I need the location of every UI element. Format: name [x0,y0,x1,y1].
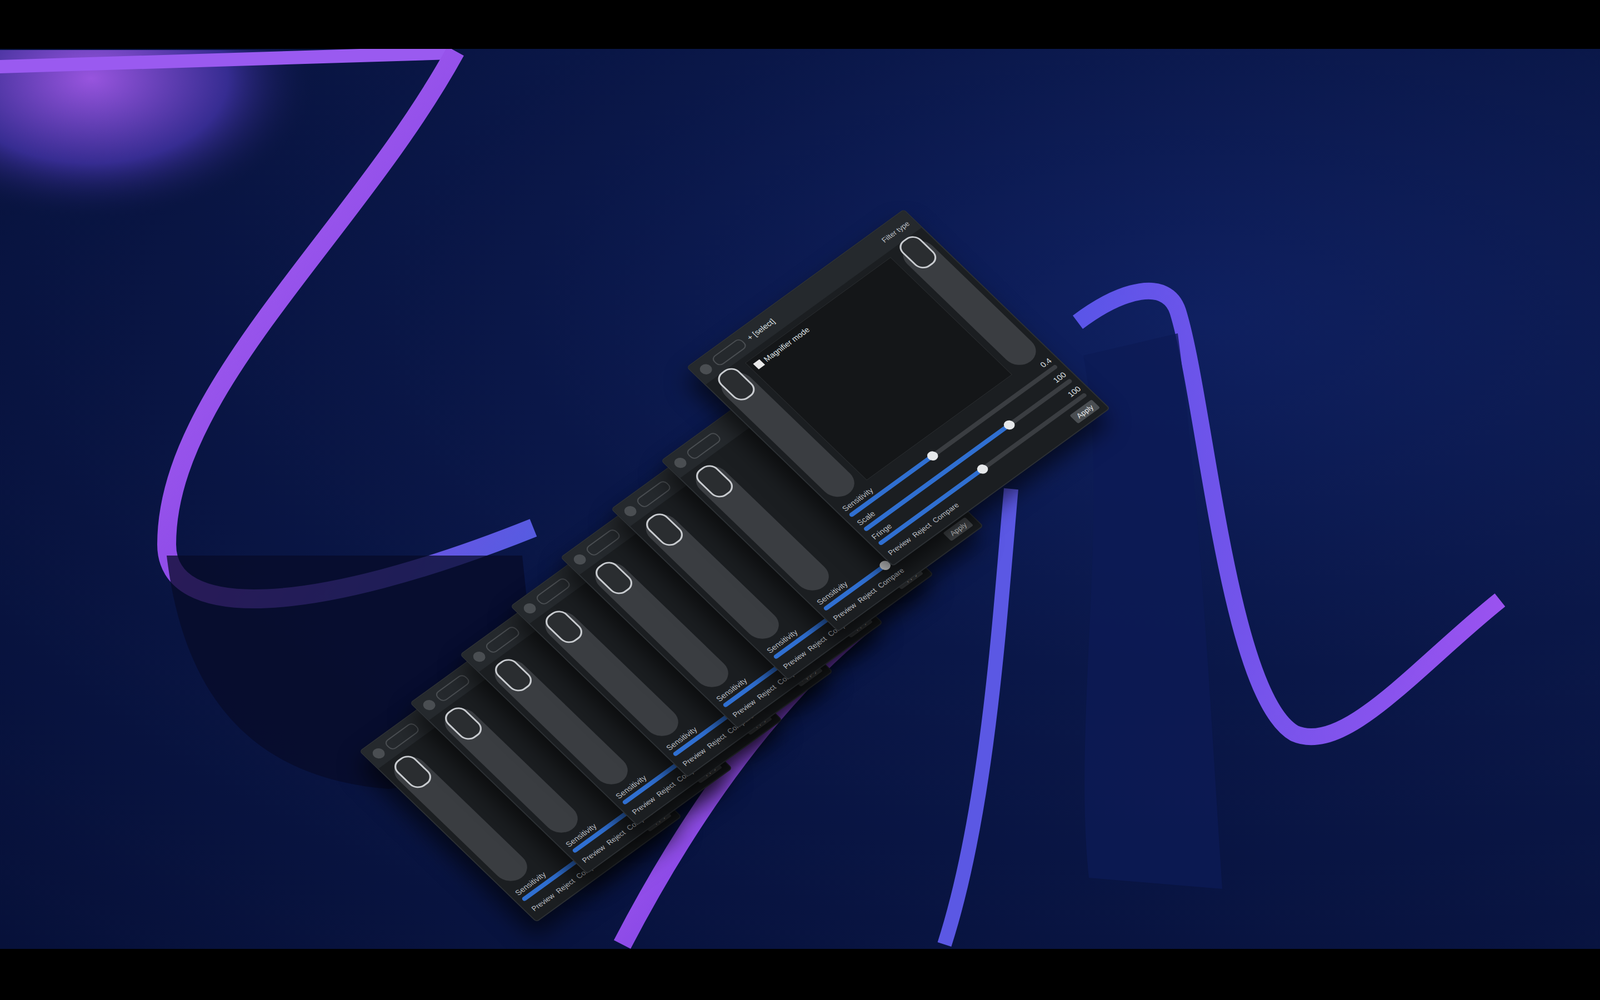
footer-button[interactable]: Reject [910,521,934,539]
letterbox-bottom [0,948,1600,1000]
gear-icon[interactable] [470,649,488,664]
gear-icon[interactable] [571,552,589,567]
preset-pill[interactable] [533,576,572,606]
footer-button[interactable]: Reject [705,731,728,750]
slider-knob[interactable] [490,655,537,695]
letterbox-top [0,0,1600,49]
preset-pill[interactable] [634,479,673,509]
footer-button[interactable]: Reject [553,877,577,895]
stage: SensitivityPreviewRejectCompareApplySens… [0,48,1600,949]
checkbox-icon[interactable] [753,359,766,370]
slider-knob[interactable] [390,752,436,792]
gear-icon[interactable] [521,601,539,616]
gear-icon[interactable] [697,362,715,377]
gear-icon[interactable] [621,503,639,519]
gear-icon[interactable] [370,746,388,761]
screen: SensitivityPreviewRejectCompareApplySens… [0,0,1600,1000]
slider-knob[interactable] [540,606,587,647]
preset-pill[interactable] [685,431,723,461]
footer-button[interactable]: Reject [604,828,628,847]
slider-knob[interactable] [591,558,637,598]
preset-pill[interactable] [584,527,623,558]
footer-button[interactable]: Reject [855,586,879,605]
gear-icon[interactable] [671,455,689,470]
footer-button[interactable]: Reject [805,635,829,653]
preset-pill[interactable] [710,337,749,368]
slider-knob[interactable] [641,510,687,550]
footer-button[interactable]: Preview [730,697,758,719]
gear-icon[interactable] [420,697,438,713]
footer-button[interactable]: Reject [755,683,778,702]
slider-knob[interactable] [440,703,486,744]
slider-knob[interactable] [691,461,738,502]
footer-button[interactable]: Reject [654,780,678,798]
panel-title: + [select] [745,317,777,342]
